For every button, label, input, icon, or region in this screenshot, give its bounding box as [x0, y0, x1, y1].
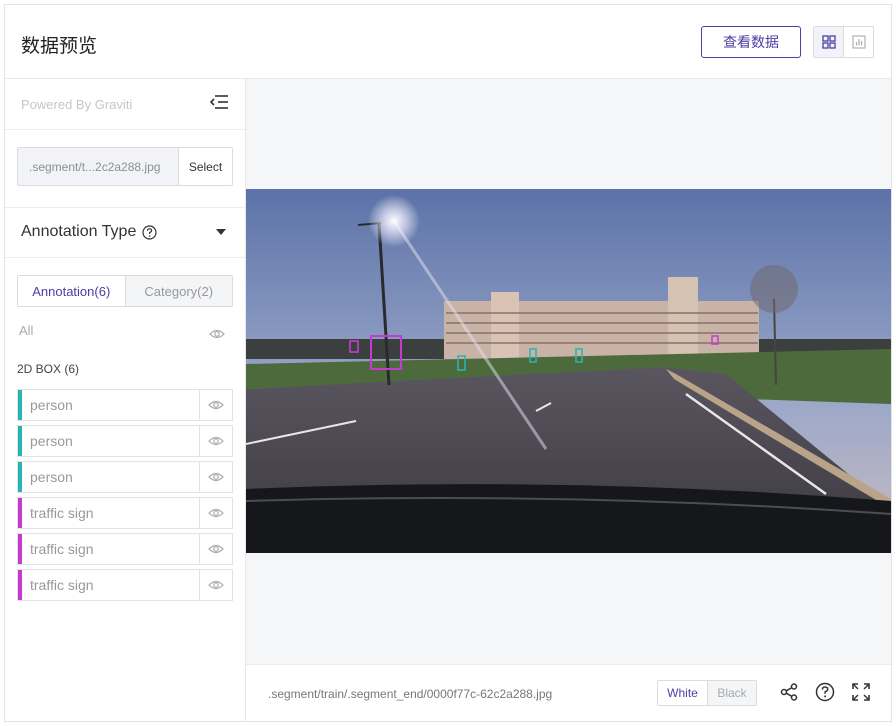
divider: [5, 257, 245, 258]
image-viewer: .segment/train/.segment_end/0000f77c-62c…: [246, 79, 891, 721]
list-item[interactable]: traffic sign: [17, 533, 233, 565]
annotation-list: person person person traffic sign traffi…: [17, 389, 233, 605]
annotation-label: traffic sign: [30, 541, 94, 557]
all-label: All: [19, 323, 34, 338]
annotation-label: traffic sign: [30, 505, 94, 521]
dataset-preview-panel: 数据预览 查看数据 Powered By Graviti .segment/t.…: [4, 4, 892, 722]
list-item[interactable]: person: [17, 389, 233, 421]
powered-by-label: Powered By Graviti: [21, 97, 133, 112]
page-title: 数据预览: [21, 35, 98, 57]
header: 数据预览 查看数据: [5, 5, 891, 79]
viewer-footer: .segment/train/.segment_end/0000f77c-62c…: [246, 664, 891, 721]
eye-icon[interactable]: [209, 327, 225, 345]
theme-black-button[interactable]: Black: [707, 681, 756, 705]
road-scene-image: [246, 189, 891, 553]
divider: [5, 129, 245, 130]
select-button[interactable]: Select: [178, 148, 232, 185]
list-item[interactable]: person: [17, 461, 233, 493]
file-path: .segment/train/.segment_end/0000f77c-62c…: [268, 687, 553, 701]
share-icon[interactable]: [779, 682, 799, 707]
annotation-label: person: [30, 397, 73, 413]
tab-category[interactable]: Category(2): [124, 276, 232, 306]
collapse-menu-icon[interactable]: [209, 93, 229, 116]
tab-annotation[interactable]: Annotation(6): [18, 276, 125, 306]
annotation-label: traffic sign: [30, 577, 94, 593]
eye-icon[interactable]: [199, 462, 232, 492]
chart-view-toggle[interactable]: [843, 26, 874, 58]
annotation-label: person: [30, 433, 73, 449]
theme-white-button[interactable]: White: [658, 681, 707, 705]
eye-icon[interactable]: [199, 570, 232, 600]
list-item[interactable]: traffic sign: [17, 569, 233, 601]
annotation-label: person: [30, 469, 73, 485]
preview-image[interactable]: [246, 189, 891, 553]
eye-icon[interactable]: [199, 426, 232, 456]
box-group-heading: 2D BOX (6): [17, 362, 80, 376]
eye-icon[interactable]: [199, 498, 232, 528]
grid-icon: [821, 35, 836, 49]
eye-icon[interactable]: [199, 390, 232, 420]
help-circle-icon[interactable]: [815, 682, 835, 707]
annotation-type-header[interactable]: Annotation Type: [21, 223, 157, 241]
fullscreen-icon[interactable]: [851, 682, 871, 707]
caret-down-icon[interactable]: [216, 229, 226, 235]
file-name-field[interactable]: .segment/t...2c2a288.jpg: [18, 148, 178, 185]
help-circle-icon[interactable]: [142, 224, 157, 240]
file-selector: .segment/t...2c2a288.jpg Select: [17, 147, 233, 186]
eye-icon[interactable]: [199, 534, 232, 564]
sidebar: Powered By Graviti .segment/t...2c2a288.…: [5, 79, 246, 721]
list-item[interactable]: traffic sign: [17, 497, 233, 529]
annotation-type-label: Annotation Type: [21, 223, 137, 240]
grid-view-toggle[interactable]: [813, 26, 844, 58]
bar-chart-icon: [851, 35, 866, 49]
view-data-button[interactable]: 查看数据: [701, 26, 801, 58]
list-item[interactable]: person: [17, 425, 233, 457]
annotation-tabs: Annotation(6) Category(2): [17, 275, 233, 307]
background-theme-toggle: White Black: [657, 680, 757, 706]
divider: [5, 207, 245, 208]
